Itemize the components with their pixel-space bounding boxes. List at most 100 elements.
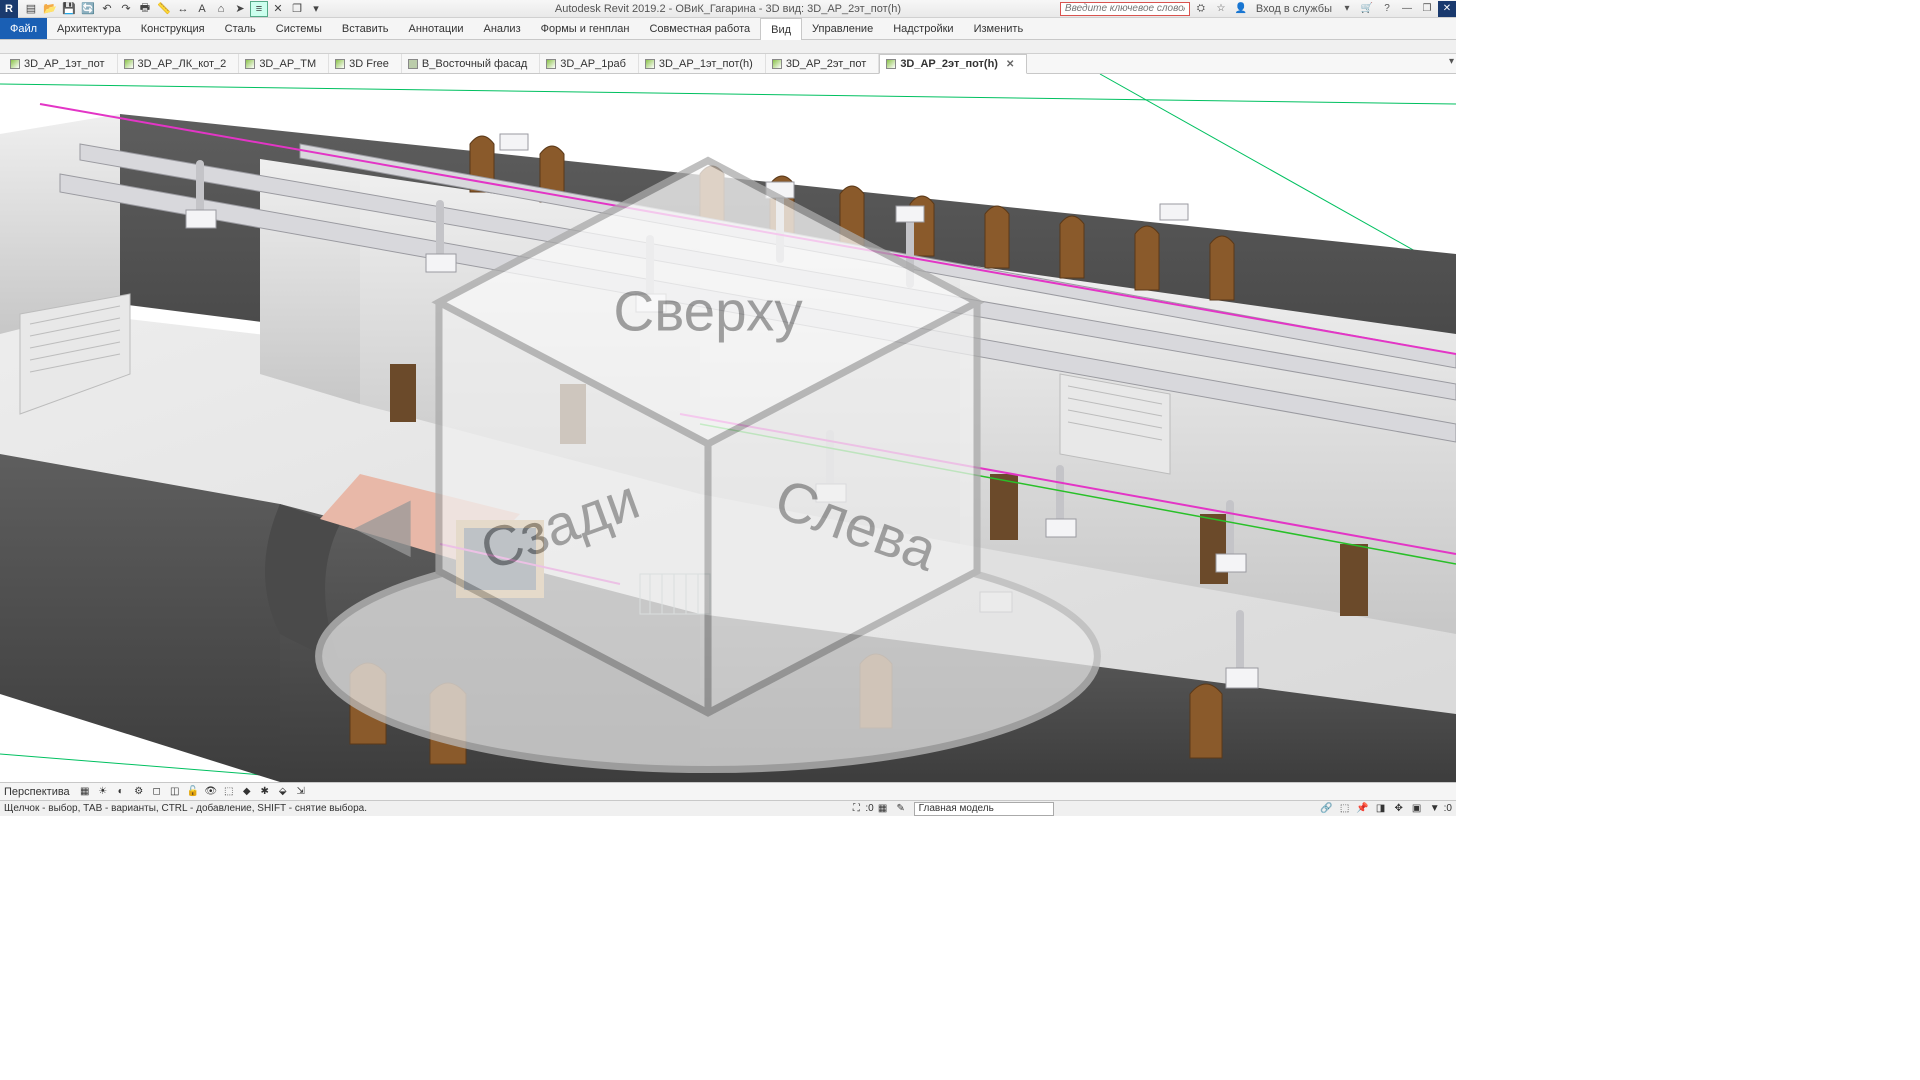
view-tab-label: 3D_АР_1эт_пот(h) [659,58,753,70]
view-tab[interactable]: 3D_АР_ЛК_кот_2 [118,54,240,73]
editable-only-icon[interactable]: ✎ [893,802,909,816]
view3d-icon [886,59,896,69]
save-icon[interactable]: 💾 [60,1,78,17]
select-face-icon[interactable]: ◨ [1373,802,1389,816]
ribbon-tabs: Файл Архитектура Конструкция Сталь Систе… [0,18,1456,40]
file-icon[interactable]: ▤ [22,1,40,17]
tab-insert[interactable]: Вставить [332,18,399,39]
shadows-icon[interactable]: ◐ [113,785,129,799]
tab-analyze[interactable]: Анализ [473,18,530,39]
view3d-icon [245,59,255,69]
help-icon[interactable]: ? [1378,1,1396,17]
open-icon[interactable]: 📂 [41,1,59,17]
favorite-icon[interactable]: ☆ [1212,1,1230,17]
view-tab[interactable]: 3D_АР_1эт_пот [4,54,118,73]
window-title: Autodesk Revit 2019.2 - ОВиК_Гагарина - … [555,3,901,15]
press-drag-icon[interactable]: ⛶ [848,802,864,816]
view-tab-label: В_Восточный фасад [422,58,527,70]
exchange-icon[interactable]: ▾ [1338,1,1356,17]
view-tab[interactable]: 3D Free [329,54,402,73]
tab-manage[interactable]: Управление [802,18,883,39]
thin-lines-icon[interactable]: ≡ [250,1,268,17]
app-logo[interactable]: R [0,0,18,18]
view-tab-label: 3D_АР_2эт_пот [786,58,867,70]
close-hidden-icon[interactable]: ✕ [269,1,287,17]
view3d-icon [335,59,345,69]
view-tab-label: 3D_АР_1эт_пот [24,58,105,70]
unlock-view-icon[interactable]: 🔓 [185,785,201,799]
search-input[interactable] [1060,2,1190,16]
text-icon[interactable]: A [193,1,211,17]
qat-dropdown-icon[interactable]: ▾ [307,1,325,17]
print-icon[interactable]: 🖶 [136,1,154,17]
graphic-display-icon[interactable]: ▦ [77,785,93,799]
design-option-selector[interactable]: Главная модель [914,802,1054,816]
show-crop-icon[interactable]: ◫ [167,785,183,799]
view-tab-active[interactable]: 3D_АР_2эт_пот(h) ✕ [879,54,1027,74]
select-underlay-icon[interactable]: ⬚ [1337,802,1353,816]
view-tab-label: 3D Free [349,58,389,70]
status-count: :0 [865,803,873,814]
view-tab-label: 3D_АР_ЛК_кот_2 [138,58,227,70]
tab-structure[interactable]: Конструкция [131,18,215,39]
view-tab[interactable]: 3D_АР_1раб [540,54,639,73]
tab-addins[interactable]: Надстройки [883,18,963,39]
view-scale-label[interactable]: Перспектива [4,786,70,798]
tab-systems[interactable]: Системы [266,18,332,39]
view-tab[interactable]: В_Восточный фасад [402,54,540,73]
tab-view[interactable]: Вид [760,18,802,40]
sign-in-label[interactable]: Вход в службы [1252,3,1336,15]
measure-icon[interactable]: 📏 [155,1,173,17]
redo-icon[interactable]: ↷ [117,1,135,17]
drag-elements-icon[interactable]: ✥ [1391,802,1407,816]
tabs-overflow-icon[interactable]: ▾ [1449,56,1454,67]
viewport-3d[interactable]: Сверху Сзади Слева [0,74,1456,782]
tab-modify[interactable]: Изменить [964,18,1034,39]
crop-view-icon[interactable]: ◻ [149,785,165,799]
view-tab-label: 3D_АР_ТМ [259,58,316,70]
view-tab[interactable]: 3D_АР_1эт_пот(h) [639,54,766,73]
worksharing-display-icon[interactable]: ◆ [239,785,255,799]
view3d-icon [10,59,20,69]
cart-icon[interactable]: 🛒 [1358,1,1376,17]
restore-button[interactable]: ❐ [1418,1,1436,17]
close-tab-icon[interactable]: ✕ [1006,59,1014,70]
tab-massing[interactable]: Формы и генплан [531,18,640,39]
select-links-icon[interactable]: 🔗 [1319,802,1335,816]
status-hint: Щелчок - выбор, ТАВ - варианты, CTRL - д… [4,803,367,814]
analytical-model-icon[interactable]: ⬙ [275,785,291,799]
sync-icon[interactable]: 🔄 [79,1,97,17]
view3d-icon [772,59,782,69]
arrow-icon[interactable]: ➤ [231,1,249,17]
reveal-hidden-icon[interactable]: ⬚ [221,785,237,799]
view-tab-label: 3D_АР_1раб [560,58,626,70]
view-tab[interactable]: 3D_АР_2эт_пот [766,54,880,73]
tab-annotate[interactable]: Аннотации [399,18,474,39]
background-icon[interactable]: ▣ [1409,802,1425,816]
tab-steel[interactable]: Сталь [215,18,266,39]
selection-count: :0 [1444,803,1452,814]
tab-collaborate[interactable]: Совместная работа [639,18,760,39]
minimize-button[interactable]: — [1398,1,1416,17]
file-menu[interactable]: Файл [0,18,47,39]
select-pinned-icon[interactable]: 📌 [1355,802,1371,816]
undo-icon[interactable]: ↶ [98,1,116,17]
sun-path-icon[interactable]: ☀ [95,785,111,799]
temp-hide-icon[interactable]: 👁 [203,785,219,799]
subscription-icon[interactable]: ⛭ [1192,1,1210,17]
tab-architecture[interactable]: Архитектура [47,18,131,39]
user-icon[interactable]: 👤 [1232,1,1250,17]
view-tab[interactable]: 3D_АР_ТМ [239,54,329,73]
switch-window-icon[interactable]: ❐ [288,1,306,17]
view-tab-label: 3D_АР_2эт_пот(h) [900,58,998,70]
home-icon[interactable]: ⌂ [212,1,230,17]
render-icon[interactable]: ⚙ [131,785,147,799]
filter-icon[interactable]: ▼ [1427,802,1443,816]
worksets-icon[interactable]: ▦ [875,802,891,816]
close-button[interactable]: ✕ [1438,1,1456,17]
status-bar: Щелчок - выбор, ТАВ - варианты, CTRL - д… [0,800,1456,816]
reveal-constraints-icon[interactable]: ✱ [257,785,273,799]
highlight-displacement-icon[interactable]: ⇲ [293,785,309,799]
align-icon[interactable]: ↔ [174,1,192,17]
viewcube[interactable]: Сверху Сзади Слева [0,104,1436,782]
